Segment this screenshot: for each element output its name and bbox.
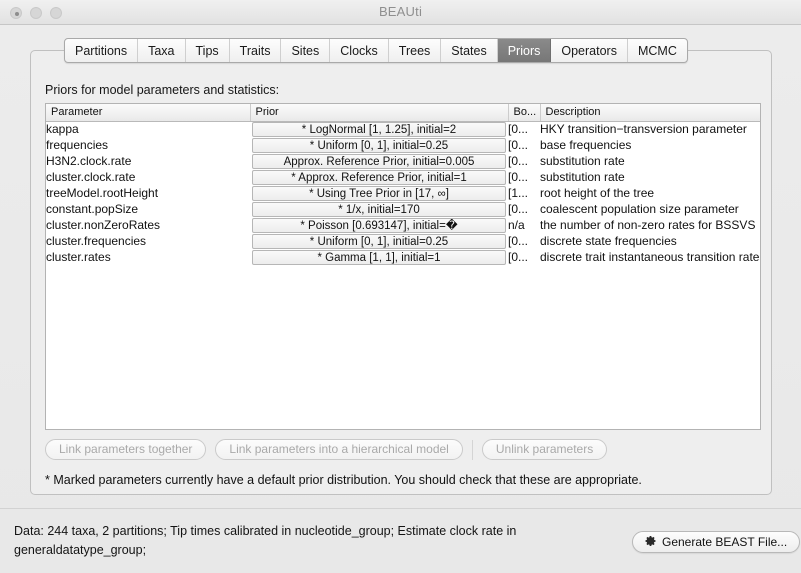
window-title: BEAUti [378,4,423,19]
generate-beast-file-button[interactable]: Generate BEAST File... [632,531,801,553]
table-row[interactable]: cluster.rates * Gamma [1, 1], initial=1 [0… [46,249,761,265]
cell-parameter: treeModel.rootHeight [46,186,159,200]
cell-description: root height of the tree [540,186,655,200]
column-header-parameter[interactable]: Parameter [46,104,251,122]
tab-partitions[interactable]: Partitions [65,39,139,62]
column-header-prior[interactable]: Prior [250,104,509,122]
cell-bound: n/a [508,218,525,232]
table-row[interactable]: frequencies * Uniform [0, 1], initial=0.2… [46,137,760,153]
table-row[interactable]: H3N2.clock.rate Approx. Reference Prior, … [46,153,760,169]
priors-table: Parameter Prior Bo... Description kappa *… [46,104,761,265]
generate-beast-file-label: Generate BEAST File... [662,535,788,549]
tab-states[interactable]: States [441,39,498,62]
cell-prior: * Approx. Reference Prior, initial=1 [250,169,508,185]
gear-icon [645,535,657,550]
table-body: kappa * LogNormal [1, 1.25], initial=2 [0.… [46,121,761,265]
prior-footnote: * Marked parameters currently have a def… [45,473,642,487]
prior-edit-button[interactable]: * Uniform [0, 1], initial=0.25 [252,137,506,153]
prior-edit-button[interactable]: * 1/x, initial=170 [252,201,506,217]
bottom-divider [0,508,801,509]
link-actions-row: Link parameters together Link parameters… [45,439,761,460]
cell-bound: [1... [508,186,529,200]
cell-prior: * Poisson [0.693147], initial=� [250,217,508,233]
divider [471,439,473,460]
cell-parameter: cluster.rates [46,250,111,264]
page-title: Priors for model parameters and statisti… [45,83,280,97]
tab-operators[interactable]: Operators [551,39,628,62]
table-header: Parameter Prior Bo... Description [46,104,760,122]
priors-table-container[interactable]: Parameter Prior Bo... Description kappa *… [45,103,761,430]
cell-bound: [0... [508,170,529,184]
column-header-description[interactable]: Description [540,104,760,122]
tab-mcmc[interactable]: MCMC [628,39,687,62]
cell-description: substitution rate [540,154,625,168]
prior-edit-button[interactable]: * Gamma [1, 1], initial=1 [252,249,506,265]
prior-edit-button[interactable]: * Using Tree Prior in [17, ∞] [252,185,506,201]
title-bar: BEAUti [0,0,801,25]
cell-description: coalescent population size parameter [540,202,739,216]
cell-description: discrete state frequencies [540,234,677,248]
tab-trees[interactable]: Trees [389,39,442,62]
cell-parameter: cluster.frequencies [46,234,147,248]
cell-bound: [0... [508,122,529,137]
unlink-parameters-button[interactable]: Unlink parameters [481,439,608,460]
prior-edit-button[interactable]: * Poisson [0.693147], initial=� [252,217,506,233]
cell-parameter: cluster.nonZeroRates [46,218,161,232]
table-row[interactable]: cluster.frequencies * Uniform [0, 1], ini… [46,233,760,249]
cell-description: substitution rate [540,170,625,184]
cell-parameter: frequencies [46,138,109,152]
prior-edit-button[interactable]: * LogNormal [1, 1.25], initial=2 [252,121,506,137]
tab-clocks[interactable]: Clocks [330,39,389,62]
cell-bound: [0... [508,250,529,264]
tab-sites[interactable]: Sites [281,39,331,62]
cell-bound: [0... [508,138,529,152]
prior-edit-button[interactable]: * Approx. Reference Prior, initial=1 [252,169,506,185]
cell-prior: * LogNormal [1, 1.25], initial=2 [250,121,508,137]
link-parameters-hierarchical-button[interactable]: Link parameters into a hierarchical mode… [215,439,463,460]
table-row[interactable]: cluster.nonZeroRates * Poisson [0.693147]… [46,217,760,233]
cell-description: HKY transition−transversion parameter [540,122,747,137]
cell-bound: [0... [508,154,529,168]
prior-edit-button[interactable]: Approx. Reference Prior, initial=0.005 [252,153,506,169]
tab-tips[interactable]: Tips [186,39,230,62]
cell-parameter: constant.popSize [46,202,139,216]
cell-bound: [0... [508,234,529,248]
table-row[interactable]: constant.popSize * 1/x, initial=170 [0... c… [46,201,760,217]
cell-parameter: kappa [46,122,79,137]
cell-description: base frequencies [540,138,632,152]
prior-edit-button[interactable]: * Uniform [0, 1], initial=0.25 [252,233,506,249]
cell-description: discrete trait instantaneous transition … [540,250,761,264]
tab-bar: Partitions Taxa Tips Traits Sites Clocks Trees… [64,38,688,63]
cell-prior: * 1/x, initial=170 [250,201,508,217]
link-parameters-together-button[interactable]: Link parameters together [45,439,207,460]
cell-prior: * Gamma [1, 1], initial=1 [250,249,508,265]
beauti-window: BEAUti Partitions Taxa Tips Traits Sites Cloc… [0,0,801,573]
cell-prior: * Uniform [0, 1], initial=0.25 [250,233,508,249]
table-row[interactable]: treeModel.rootHeight * Using Tree Prior i… [46,185,760,201]
column-header-bound[interactable]: Bo... [508,104,541,122]
table-header-row: Parameter Prior Bo... Description [46,104,760,122]
table-row[interactable]: cluster.clock.rate * Approx. Reference Pr… [46,169,760,185]
tab-traits[interactable]: Traits [230,39,282,62]
status-text: Data: 244 taxa, 2 partitions; Tip times … [14,524,517,557]
cell-parameter: cluster.clock.rate [46,170,136,184]
cell-prior: * Using Tree Prior in [17, ∞] [250,185,508,201]
table-row[interactable]: kappa * LogNormal [1, 1.25], initial=2 [0.… [46,121,760,137]
cell-parameter: H3N2.clock.rate [46,154,132,168]
cell-description: the number of non-zero rates for BSSVS [540,218,756,232]
cell-prior: * Uniform [0, 1], initial=0.25 [250,137,508,153]
tab-priors[interactable]: Priors [497,39,552,62]
cell-prior: Approx. Reference Prior, initial=0.005 [250,153,508,169]
tab-taxa[interactable]: Taxa [138,39,186,62]
priors-panel: Priors for model parameters and statisti… [30,50,772,495]
cell-bound: [0... [508,202,529,216]
